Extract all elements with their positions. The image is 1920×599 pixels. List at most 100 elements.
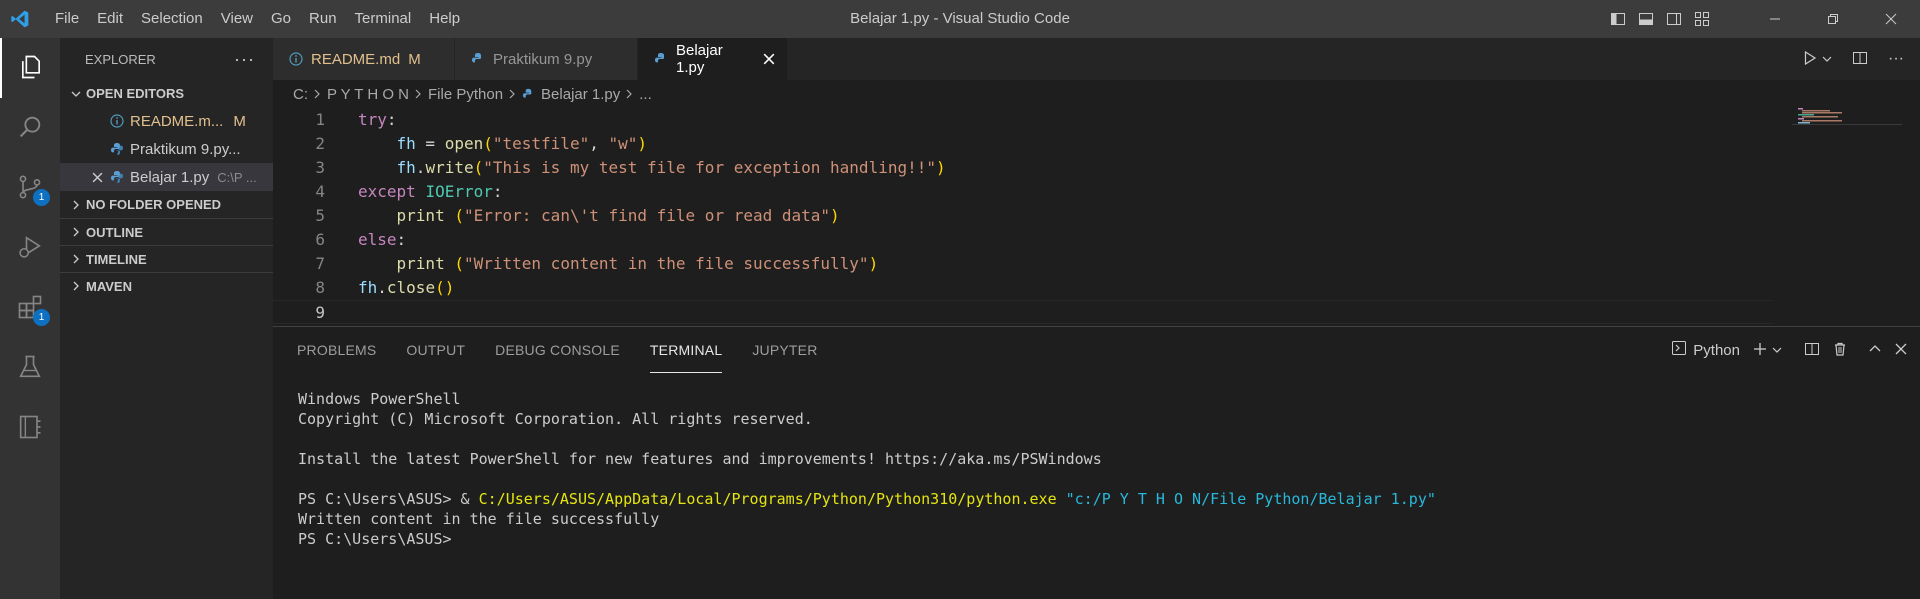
breadcrumb-item[interactable]: File Python bbox=[428, 86, 503, 103]
more-actions-icon[interactable]: ··· bbox=[1888, 50, 1904, 68]
close-tab-icon[interactable] bbox=[763, 53, 775, 65]
tab-label: Praktikum 9.py bbox=[493, 50, 593, 68]
code-line[interactable]: 4 except IOError: bbox=[273, 180, 1773, 204]
menu-item-selection[interactable]: Selection bbox=[132, 0, 212, 38]
code-token: ) bbox=[868, 254, 879, 273]
tab-jupyter[interactable]: JUPYTER bbox=[752, 327, 817, 373]
customize-layout-icon[interactable] bbox=[1688, 0, 1716, 38]
tab-problems[interactable]: PROBLEMS bbox=[297, 327, 376, 373]
split-editor-icon[interactable] bbox=[1852, 50, 1868, 69]
toggle-panel-icon[interactable] bbox=[1632, 0, 1660, 38]
breadcrumb-item[interactable]: Belajar 1.py bbox=[541, 86, 620, 103]
terminal-line: Copyright (C) Microsoft Corporation. All… bbox=[298, 409, 1436, 429]
breadcrumb-item[interactable]: ... bbox=[639, 86, 652, 103]
terminal-text: Install the latest PowerShell for new fe… bbox=[298, 450, 1102, 468]
toggle-secondary-sidebar-icon[interactable] bbox=[1660, 0, 1688, 38]
run-debug-icon bbox=[16, 233, 44, 264]
new-terminal-icon[interactable] bbox=[1752, 341, 1768, 360]
more-actions-icon[interactable]: ··· bbox=[234, 49, 255, 70]
tab-readme[interactable]: README.md M bbox=[273, 38, 455, 80]
code-line[interactable]: 2 fh = open("testfile", "w") bbox=[273, 132, 1773, 156]
close-window-icon[interactable] bbox=[1862, 0, 1920, 38]
code-line[interactable]: 6 else: bbox=[273, 228, 1773, 252]
code-line[interactable]: 5 print ("Error: can\'t find file or rea… bbox=[273, 204, 1773, 228]
code-token: print bbox=[396, 254, 445, 273]
open-editor-name: README.m... bbox=[130, 112, 224, 130]
menu-item-edit[interactable]: Edit bbox=[88, 0, 132, 38]
breadcrumb-item[interactable]: P Y T H O N bbox=[327, 86, 409, 103]
section-outline[interactable]: OUTLINE bbox=[60, 218, 273, 245]
open-editor-praktikum[interactable]: × Praktikum 9.py... bbox=[60, 135, 273, 163]
split-terminal-icon[interactable] bbox=[1804, 341, 1820, 360]
breadcrumb-item[interactable]: C: bbox=[293, 86, 308, 103]
close-panel-icon[interactable] bbox=[1894, 342, 1908, 359]
section-timeline[interactable]: TIMELINE bbox=[60, 245, 273, 272]
code-token: print bbox=[396, 206, 445, 225]
code-line[interactable]: 7 print ("Written content in the file su… bbox=[273, 252, 1773, 276]
code-line[interactable]: 8 fh.close() bbox=[273, 276, 1773, 300]
code-line[interactable]: 1 try: bbox=[273, 108, 1773, 132]
tab-output[interactable]: OUTPUT bbox=[406, 327, 465, 373]
explorer-activity[interactable] bbox=[0, 38, 60, 98]
line-number: 4 bbox=[315, 182, 325, 201]
code-line[interactable]: 3 fh.write("This is my test file for exc… bbox=[273, 156, 1773, 180]
extensions-activity[interactable]: 1 bbox=[0, 278, 60, 338]
menu-item-run[interactable]: Run bbox=[300, 0, 346, 38]
code-token: "w" bbox=[608, 134, 638, 153]
chevron-down-icon[interactable] bbox=[1822, 52, 1832, 67]
terminal-prompt: PS C:\Users\ASUS> & bbox=[298, 490, 479, 508]
menu-item-help[interactable]: Help bbox=[420, 0, 469, 38]
modified-badge: M bbox=[408, 50, 421, 68]
open-editor-name: Praktikum 9.py... bbox=[130, 140, 241, 158]
terminal-selector[interactable]: Python bbox=[1671, 340, 1740, 360]
notebook-activity[interactable] bbox=[0, 398, 60, 458]
editor-tab-bar: README.md M Praktikum 9.py Belajar 1.py … bbox=[273, 38, 1920, 80]
run-python-file-icon[interactable] bbox=[1802, 50, 1818, 69]
restore-icon[interactable] bbox=[1804, 0, 1862, 38]
section-label: MAVEN bbox=[86, 278, 132, 294]
section-maven[interactable]: MAVEN bbox=[60, 272, 273, 299]
run-debug-activity[interactable] bbox=[0, 218, 60, 278]
menu-item-file[interactable]: File bbox=[46, 0, 88, 38]
code-token: () bbox=[435, 278, 455, 297]
menu-item-view[interactable]: View bbox=[212, 0, 262, 38]
line-number: 7 bbox=[315, 254, 325, 273]
tab-debug-console[interactable]: DEBUG CONSOLE bbox=[495, 327, 620, 373]
terminal-output[interactable]: Windows PowerShell Copyright (C) Microsof… bbox=[298, 389, 1436, 549]
menu-item-terminal[interactable]: Terminal bbox=[346, 0, 421, 38]
code-content: fh.write("This is my test file for excep… bbox=[358, 156, 946, 180]
code-token: . bbox=[377, 278, 387, 297]
minimap[interactable] bbox=[1792, 108, 1902, 128]
chevron-down-icon[interactable] bbox=[1772, 343, 1782, 358]
minimize-icon[interactable] bbox=[1746, 0, 1804, 38]
tab-terminal[interactable]: TERMINAL bbox=[649, 335, 723, 373]
open-editor-belajar[interactable]: Belajar 1.py C:\P ... bbox=[60, 163, 273, 191]
chevron-right-icon bbox=[68, 200, 84, 210]
code-token: : bbox=[492, 182, 503, 201]
python-icon bbox=[522, 88, 535, 101]
code-editor[interactable]: 1 try: 2 fh = open("testfile", "w") 3 fh.wr… bbox=[273, 108, 1920, 326]
search-activity[interactable] bbox=[0, 98, 60, 158]
code-token: : bbox=[386, 110, 397, 129]
trash-icon[interactable] bbox=[1832, 341, 1848, 360]
open-editors-label: OPEN EDITORS bbox=[86, 86, 185, 101]
toggle-primary-sidebar-icon[interactable] bbox=[1604, 0, 1632, 38]
tab-praktikum[interactable]: Praktikum 9.py bbox=[455, 38, 638, 80]
section-no-folder-opened[interactable]: NO FOLDER OPENED bbox=[60, 191, 273, 218]
terminal-line: PS C:\Users\ASUS> & C:/Users/ASUS/AppDat… bbox=[298, 489, 1436, 509]
menu-item-go[interactable]: Go bbox=[262, 0, 300, 38]
tab-belajar[interactable]: Belajar 1.py bbox=[638, 38, 788, 80]
code-content: except IOError: bbox=[358, 180, 503, 204]
source-control-activity[interactable]: 1 bbox=[0, 158, 60, 218]
code-line[interactable]: 9 bbox=[273, 300, 1773, 324]
close-icon[interactable] bbox=[86, 172, 108, 183]
open-editor-readme[interactable]: × README.m... M bbox=[60, 107, 273, 135]
open-editors-section[interactable]: OPEN EDITORS bbox=[60, 80, 273, 107]
maximize-panel-icon[interactable] bbox=[1868, 342, 1882, 359]
open-editor-name: Belajar 1.py bbox=[130, 168, 210, 186]
line-number: 8 bbox=[315, 278, 325, 297]
testing-activity[interactable] bbox=[0, 338, 60, 398]
code-content: fh.close() bbox=[358, 276, 454, 300]
testing-icon bbox=[16, 353, 44, 384]
